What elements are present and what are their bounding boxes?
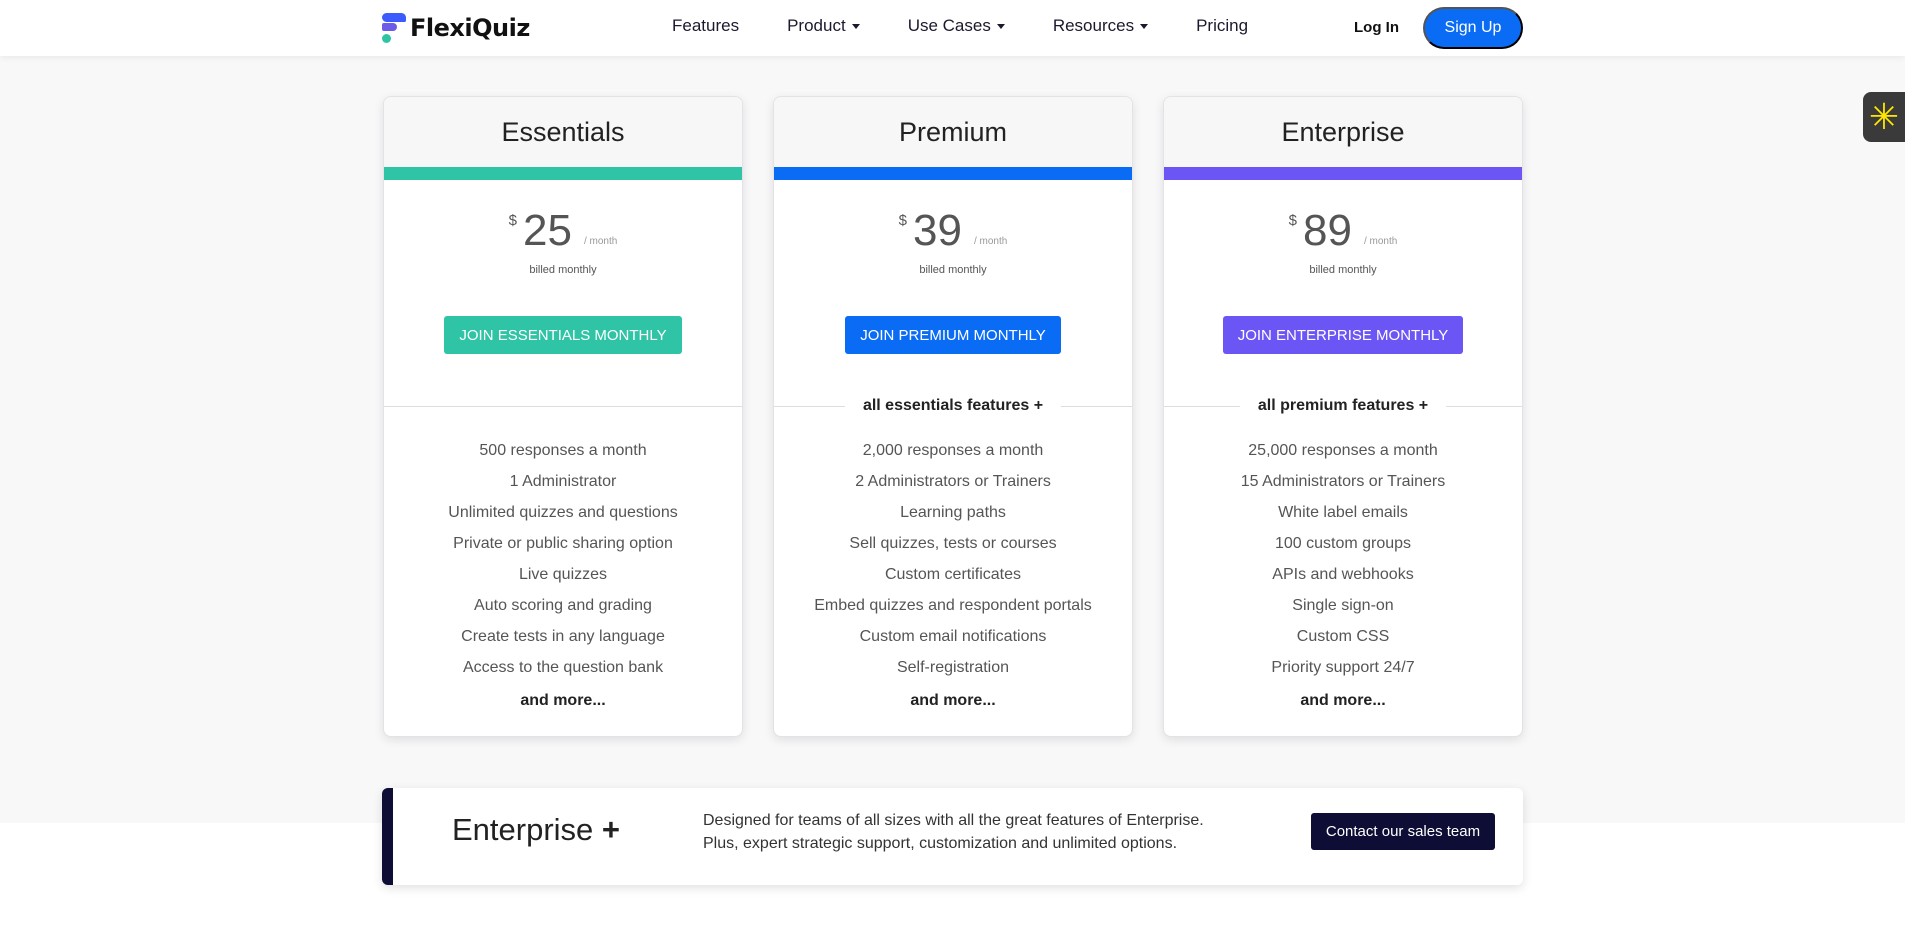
and-more-label: and more...	[520, 692, 606, 709]
list-item: Private or public sharing option	[453, 535, 673, 552]
list-item: Priority support 24/7	[1271, 659, 1415, 676]
plan-accent-bar	[774, 167, 1132, 180]
list-item: 1 Administrator	[509, 473, 617, 490]
currency-symbol: $	[508, 212, 518, 229]
side-widget[interactable]: ✳	[1863, 92, 1905, 142]
nav-product[interactable]: Product	[787, 16, 860, 36]
list-item: APIs and webhooks	[1272, 566, 1414, 583]
price-amount: 39	[913, 206, 962, 255]
list-item: 100 custom groups	[1274, 535, 1412, 552]
features-divider: all premium features +	[1164, 396, 1522, 416]
list-item: Self-registration	[896, 659, 1010, 676]
includes-label: all premium features +	[1239, 397, 1447, 415]
price-period: / month	[973, 236, 1008, 247]
plan-card-premium: Premium $ 39 / month billed monthly JOIN…	[773, 96, 1133, 737]
feature-list: 25,000 responses a month 15 Administrato…	[1164, 435, 1522, 683]
currency-symbol: $	[898, 212, 908, 229]
asterisk-icon: ✳	[1868, 96, 1900, 137]
enterprise-plus-banner: Enterprise + Designed for teams of all s…	[382, 788, 1523, 885]
join-essentials-button[interactable]: JOIN ESSENTIALS MONTHLY	[444, 316, 682, 354]
billing-note: billed monthly	[919, 264, 987, 276]
currency-symbol: $	[1288, 212, 1298, 229]
list-item: 2 Administrators or Trainers	[855, 473, 1051, 490]
list-item: Custom certificates	[884, 566, 1022, 583]
billing-note: billed monthly	[529, 264, 597, 276]
signup-button[interactable]: Sign Up	[1423, 7, 1523, 49]
contact-sales-button[interactable]: Contact our sales team	[1311, 813, 1495, 850]
plan-accent-bar	[1164, 167, 1522, 180]
flexiquiz-logo-icon	[382, 13, 406, 43]
plan-header: Premium	[774, 97, 1132, 167]
list-item: Learning paths	[900, 504, 1006, 521]
caret-down-icon	[996, 23, 1005, 29]
features-divider: all essentials features +	[774, 396, 1132, 416]
plan-title: Premium	[898, 116, 1007, 147]
and-more-label: and more...	[910, 692, 996, 709]
logo[interactable]: FlexiQuiz	[382, 13, 530, 43]
enterprise-plus-description: Designed for teams of all sizes with all…	[703, 812, 1204, 852]
price-amount: 25	[523, 206, 572, 255]
features-divider	[384, 396, 742, 416]
price-period: / month	[583, 236, 618, 247]
feature-list: 500 responses a month 1 Administrator Un…	[384, 435, 742, 683]
list-item: Auto scoring and grading	[474, 597, 652, 614]
nav-use-cases[interactable]: Use Cases	[908, 16, 1005, 36]
nav-pricing[interactable]: Pricing	[1196, 16, 1248, 36]
login-link[interactable]: Log In	[1354, 19, 1399, 36]
plan-card-enterprise: Enterprise $ 89 / month billed monthly J…	[1163, 96, 1523, 737]
join-premium-button[interactable]: JOIN PREMIUM MONTHLY	[845, 316, 1061, 354]
list-item: Custom email notifications	[859, 628, 1047, 645]
plan-card-essentials: Essentials $ 25 / month billed monthly J…	[383, 96, 743, 737]
site-header: FlexiQuiz Features Product Use Cases Res…	[0, 0, 1905, 56]
price-period: / month	[1363, 236, 1398, 247]
plus-icon: +	[601, 812, 621, 847]
plan-header: Enterprise	[1164, 97, 1522, 167]
logo-text: FlexiQuiz	[410, 14, 530, 42]
list-item: Create tests in any language	[461, 628, 665, 645]
plan-price: $ 89 / month	[1164, 208, 1522, 254]
enterprise-plus-title: Enterprise +	[452, 812, 621, 847]
caret-down-icon	[1140, 23, 1149, 29]
nav-features[interactable]: Features	[672, 16, 739, 36]
plan-price: $ 39 / month	[774, 208, 1132, 254]
main-nav: Features Product Use Cases Resources Pri…	[672, 16, 1296, 36]
nav-resources[interactable]: Resources	[1053, 16, 1149, 36]
and-more-label: and more...	[1300, 692, 1386, 709]
plan-title: Essentials	[501, 116, 625, 147]
plan-title: Enterprise	[1281, 116, 1405, 147]
plan-header: Essentials	[384, 97, 742, 167]
list-item: White label emails	[1278, 504, 1408, 521]
feature-list: 2,000 responses a month 2 Administrators…	[774, 435, 1132, 683]
list-item: Embed quizzes and respondent portals	[814, 597, 1092, 614]
list-item: Single sign-on	[1292, 597, 1394, 614]
billing-note: billed monthly	[1309, 264, 1377, 276]
price-amount: 89	[1303, 206, 1352, 255]
caret-down-icon	[851, 23, 860, 29]
list-item: Custom CSS	[1296, 628, 1390, 645]
plan-accent-bar	[384, 167, 742, 180]
plan-price: $ 25 / month	[384, 208, 742, 254]
list-item: Unlimited quizzes and questions	[448, 504, 678, 521]
list-item: Live quizzes	[518, 566, 608, 583]
list-item: 15 Administrators or Trainers	[1240, 473, 1446, 490]
join-enterprise-button[interactable]: JOIN ENTERPRISE MONTHLY	[1222, 316, 1464, 354]
includes-label: all essentials features +	[844, 397, 1062, 415]
list-item: 500 responses a month	[479, 442, 647, 459]
list-item: 25,000 responses a month	[1248, 442, 1438, 459]
list-item: Sell quizzes, tests or courses	[849, 535, 1057, 552]
list-item: 2,000 responses a month	[862, 442, 1044, 459]
list-item: Access to the question bank	[462, 659, 664, 676]
